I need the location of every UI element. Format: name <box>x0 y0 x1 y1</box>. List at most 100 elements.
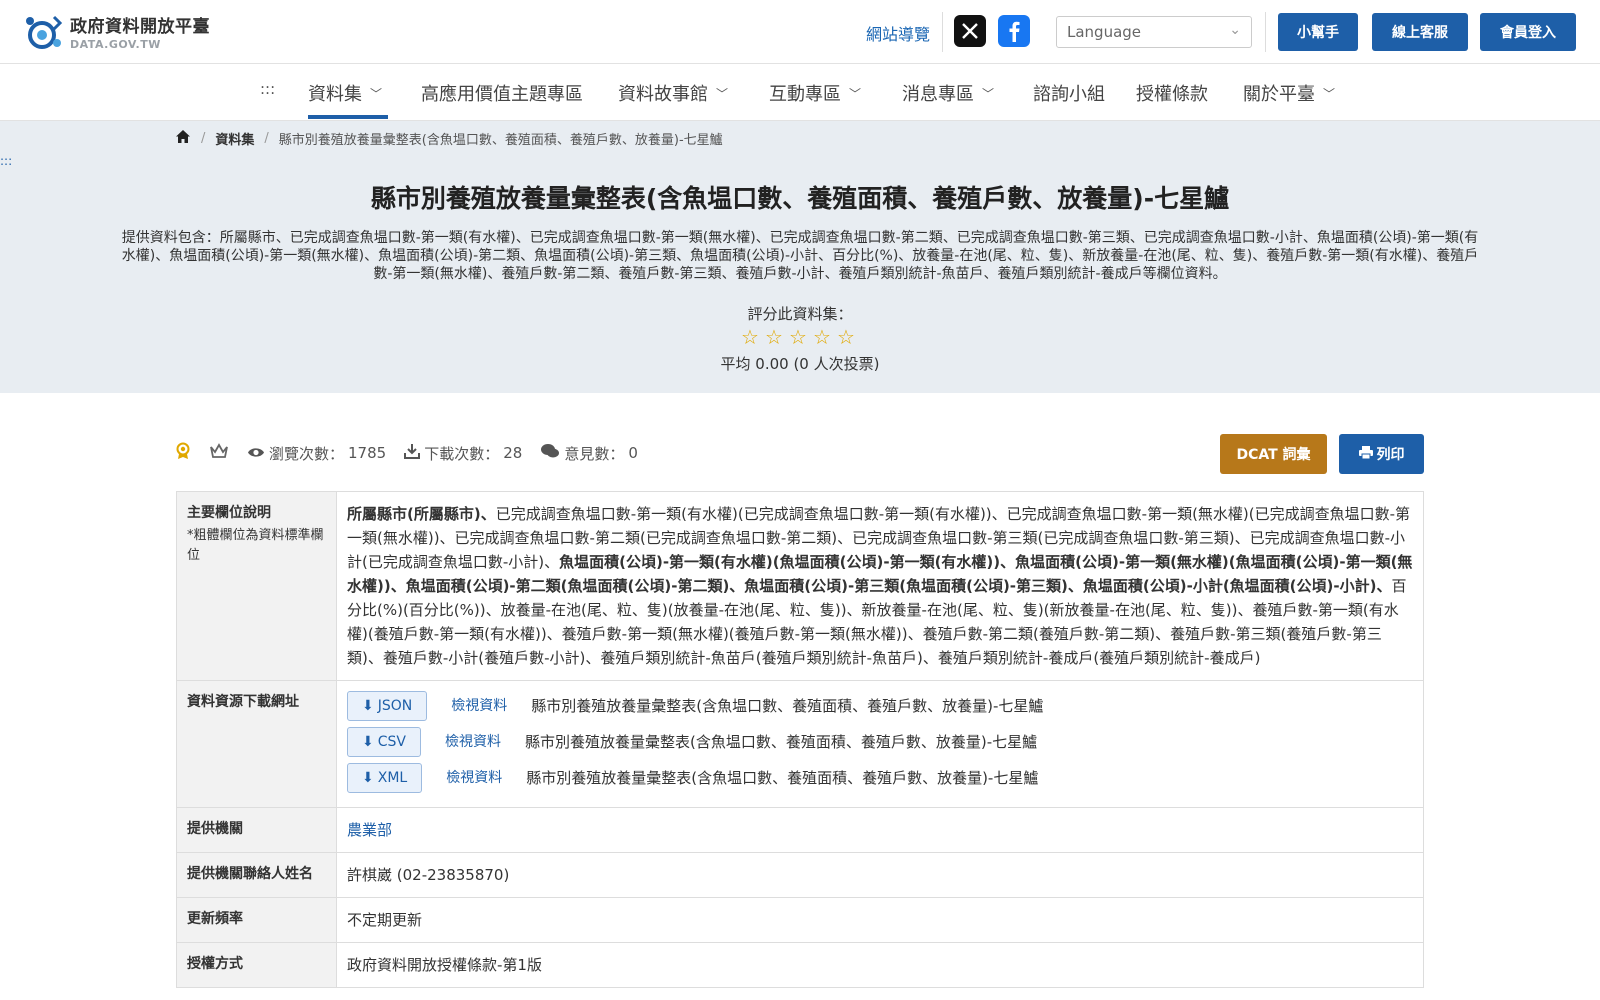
rating-label: 評分此資料集： <box>747 305 853 323</box>
dataset-description: 提供資料包含：所屬縣市、已完成調查魚塭口數-第一類(有水權)、已完成調查魚塭口數… <box>121 230 1479 282</box>
dataset-title: 縣市別養殖放養量彙整表(含魚塭口數、養殖面積、養殖戶數、放養量)-七星鱸 <box>370 184 1230 213</box>
table-row: 資料資源下載網址 ⬇ JSON 檢視資料 縣市別養殖放養量彙整表(含魚塭口數、養… <box>177 681 1423 808</box>
print-button[interactable]: 列印 <box>1339 434 1424 474</box>
helper-button[interactable]: 小幫手 <box>1278 13 1358 51</box>
downloads-label: 下載次數： <box>424 444 500 463</box>
dcat-button[interactable]: DCAT 詞彙 <box>1220 434 1327 474</box>
site-map-link[interactable]: 網站導覽 <box>866 21 930 45</box>
nav-item-interactive[interactable]: 互動專區 ﹀ <box>769 80 861 106</box>
dataset-details-table: 主要欄位說明 *粗體欄位為資料標準欄位 所屬縣市(所屬縣市)、已完成調查魚塭口數… <box>176 491 1424 988</box>
main-fields-note: *粗體欄位為資料標準欄位 <box>187 528 324 563</box>
eye-icon <box>247 444 265 463</box>
chevron-down-icon: ﹀ <box>849 86 862 101</box>
view-data-link[interactable]: 檢視資料 <box>451 694 507 718</box>
nav-label: 授權條款 <box>1136 84 1208 105</box>
dataset-hero: / 資料集 / 縣市別養殖放養量彙整表(含魚塭口數、養殖面積、養殖戶數、放養量)… <box>0 121 1600 393</box>
nav-label: 高應用價值主題專區 <box>421 84 583 105</box>
resource-name: 縣市別養殖放養量彙整表(含魚塭口數、養殖面積、養殖戶數、放養量)-七星鱸 <box>524 733 1038 751</box>
logo-subtitle: DATA.GOV.TW <box>70 38 161 51</box>
breadcrumb-current: 縣市別養殖放養量彙整表(含魚塭口數、養殖面積、養殖戶數、放養量)-七星鱸 <box>278 133 723 148</box>
rating-stars[interactable]: ☆ ☆ ☆ ☆ ☆ <box>738 327 858 347</box>
contact-value: 許棋崴 (02-23835870) <box>347 866 510 884</box>
nav-label: 資料集 <box>308 84 362 105</box>
download-icon <box>404 443 421 463</box>
skip-anchor[interactable]: ::: <box>260 80 275 98</box>
table-row: 授權方式 政府資料開放授權條款-第1版 <box>177 943 1423 987</box>
resource-item: ⬇ JSON 檢視資料 縣市別養殖放養量彙整表(含魚塭口數、養殖面積、養殖戶數、… <box>347 691 1413 721</box>
views-label: 瀏覽次數： <box>269 444 345 463</box>
nav-item-about[interactable]: 關於平臺 ﹀ <box>1243 80 1335 106</box>
comments-icon <box>540 443 560 463</box>
site-logo[interactable]: 政府資料開放平臺 DATA.GOV.TW <box>24 12 210 51</box>
logo-title: 政府資料開放平臺 <box>70 17 210 37</box>
nav-item-license[interactable]: 授權條款 <box>1136 80 1208 106</box>
view-data-link[interactable]: 檢視資料 <box>445 730 501 754</box>
main-nav: ::: 資料集 ﹀ 高應用價值主題專區 資料故事館 ﹀ 互動專區 ﹀ 消息專區 ﹀ 諮詢… <box>0 64 1600 121</box>
chevron-down-icon: ﹀ <box>1323 86 1336 101</box>
download-csv-button[interactable]: ⬇ CSV <box>347 727 421 757</box>
license-value: 政府資料開放授權條款-第1版 <box>347 956 542 974</box>
download-icon: ⬇ <box>362 734 374 750</box>
x-twitter-icon[interactable] <box>954 15 986 47</box>
resource-name: 縣市別養殖放養量彙整表(含魚塭口數、養殖面積、養殖戶數、放養量)-七星鱸 <box>531 697 1044 715</box>
star-icon[interactable]: ☆ <box>738 327 762 347</box>
table-row: 主要欄位說明 *粗體欄位為資料標準欄位 所屬縣市(所屬縣市)、已完成調查魚塭口數… <box>177 492 1423 681</box>
nav-item-high-value[interactable]: 高應用價值主題專區 <box>421 80 583 106</box>
print-icon <box>1358 445 1373 463</box>
breadcrumb-separator: / <box>264 131 269 146</box>
main-fields-label: 主要欄位說明 <box>187 505 271 521</box>
language-select[interactable]: Language ⌄ <box>1056 16 1252 48</box>
online-support-button[interactable]: 線上客服 <box>1372 13 1468 51</box>
nav-label: 資料故事館 <box>618 84 708 105</box>
header-divider <box>1265 12 1266 52</box>
row-header: 資料資源下載網址 <box>177 681 337 807</box>
nav-item-stories[interactable]: 資料故事館 ﹀ <box>618 80 728 106</box>
downloads-count: 28 <box>503 444 523 462</box>
comments-count: 0 <box>628 444 638 462</box>
star-icon[interactable]: ☆ <box>762 327 786 347</box>
views-count: 1785 <box>348 444 387 462</box>
nav-label: 諮詢小組 <box>1033 84 1105 105</box>
active-indicator <box>308 115 388 119</box>
header-divider <box>942 12 943 52</box>
resource-name: 縣市別養殖放養量彙整表(含魚塭口數、養殖面積、養殖戶數、放養量)-七星鱸 <box>526 769 1039 787</box>
resource-item: ⬇ CSV 檢視資料 縣市別養殖放養量彙整表(含魚塭口數、養殖面積、養殖戶數、放… <box>347 727 1413 757</box>
chevron-down-icon: ﹀ <box>370 86 383 101</box>
nav-item-news[interactable]: 消息專區 ﹀ <box>902 80 994 106</box>
content-anchor[interactable]: ::: <box>0 154 12 168</box>
home-icon[interactable] <box>175 129 191 148</box>
main-fields-value: 所屬縣市(所屬縣市)、已完成調查魚塭口數-第一類(有水權)(已完成調查魚塭口數-… <box>337 492 1423 680</box>
breadcrumb: / 資料集 / 縣市別養殖放養量彙整表(含魚塭口數、養殖面積、養殖戶數、放養量)… <box>175 129 723 148</box>
site-header: 政府資料開放平臺 DATA.GOV.TW 網站導覽 Language ⌄ 小幫手… <box>0 0 1600 64</box>
star-icon[interactable]: ☆ <box>834 327 858 347</box>
print-label: 列印 <box>1376 447 1405 463</box>
download-xml-button[interactable]: ⬇ XML <box>347 763 423 793</box>
resources-value: ⬇ JSON 檢視資料 縣市別養殖放養量彙整表(含魚塭口數、養殖面積、養殖戶數、… <box>337 681 1423 807</box>
breadcrumb-datasets[interactable]: 資料集 <box>215 129 254 148</box>
row-header: 主要欄位說明 *粗體欄位為資料標準欄位 <box>177 492 337 680</box>
facebook-icon[interactable] <box>998 15 1030 47</box>
download-icon: ⬇ <box>362 698 374 714</box>
provider-link[interactable]: 農業部 <box>337 808 1423 852</box>
crown-icon <box>209 443 229 463</box>
member-login-button[interactable]: 會員登入 <box>1480 13 1576 51</box>
star-icon[interactable]: ☆ <box>786 327 810 347</box>
resource-item: ⬇ XML 檢視資料 縣市別養殖放養量彙整表(含魚塭口數、養殖面積、養殖戶數、放… <box>347 763 1413 793</box>
format-label: XML <box>377 770 408 786</box>
chevron-down-icon: ﹀ <box>982 86 995 101</box>
nav-label: 消息專區 <box>902 84 974 105</box>
star-icon[interactable]: ☆ <box>810 327 834 347</box>
row-header: 更新頻率 <box>177 898 337 942</box>
field-text-bold: 所屬縣市(所屬縣市)、 <box>347 505 496 523</box>
nav-item-advisory[interactable]: 諮詢小組 <box>1033 80 1105 106</box>
download-icon: ⬇ <box>362 770 374 786</box>
view-data-link[interactable]: 檢視資料 <box>446 766 502 790</box>
nav-label: 互動專區 <box>769 84 841 105</box>
comments-label: 意見數： <box>564 444 625 463</box>
nav-item-datasets[interactable]: 資料集 ﹀ <box>308 80 382 106</box>
table-row: 更新頻率 不定期更新 <box>177 898 1423 943</box>
table-row: 提供機關 農業部 <box>177 808 1423 853</box>
download-json-button[interactable]: ⬇ JSON <box>347 691 428 721</box>
award-icon <box>175 442 191 464</box>
row-header: 提供機關聯絡人姓名 <box>177 853 337 897</box>
